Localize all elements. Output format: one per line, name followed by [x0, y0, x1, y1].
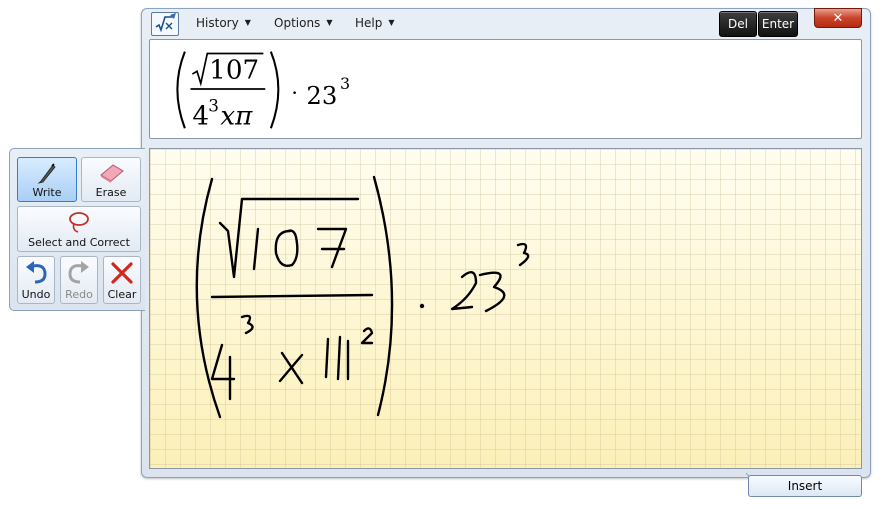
erase-tool-button[interactable]: Erase: [81, 157, 141, 202]
recognized-formula: 107 4 3 xπ · 23 3: [176, 51, 350, 132]
clear-label: Clear: [107, 288, 137, 301]
pen-icon: [37, 163, 56, 184]
denominator-base: 4: [192, 102, 209, 132]
multiply-dot: ·: [291, 81, 298, 105]
right-paren: [269, 51, 280, 129]
eraser-icon: [100, 164, 124, 183]
menu-options[interactable]: Options ▼: [274, 16, 332, 30]
denominator-variables: xπ: [220, 102, 253, 132]
term-base: 23: [306, 81, 337, 110]
insert-button[interactable]: Insert: [748, 475, 862, 497]
close-icon: ✕: [832, 10, 844, 26]
math-input-window: History ▼ Options ▼ Help ▼ Del Enter ✕ 107 …: [141, 8, 871, 495]
select-and-correct-button[interactable]: Select and Correct: [17, 206, 141, 252]
menu-options-label: Options: [274, 16, 321, 30]
enter-button-label: Enter: [761, 17, 795, 31]
close-button[interactable]: ✕: [814, 8, 862, 28]
writing-pad[interactable]: [149, 148, 862, 469]
lasso-icon: [69, 212, 89, 233]
select-and-correct-label: Select and Correct: [28, 236, 130, 249]
menu-history-label: History: [196, 16, 239, 30]
del-button-label: Del: [728, 17, 748, 31]
write-tool-button[interactable]: Write: [17, 157, 77, 202]
enter-button[interactable]: Enter: [758, 11, 798, 37]
clear-button[interactable]: Clear: [103, 256, 141, 304]
chevron-down-icon: ▼: [388, 18, 395, 27]
menu-help-label: Help: [355, 16, 383, 30]
term-exponent: 3: [340, 74, 350, 93]
numerator: 107: [209, 56, 259, 86]
left-paren: [176, 51, 186, 129]
undo-label: Undo: [21, 288, 51, 301]
chevron-down-icon: ▼: [244, 18, 251, 27]
math-panel-app-icon[interactable]: [151, 12, 179, 36]
menu-bar: History ▼ Options ▼ Help ▼ Del Enter ✕: [142, 8, 870, 39]
redo-button[interactable]: Redo: [60, 256, 98, 304]
recognition-preview[interactable]: 107 4 3 xπ · 23 3: [149, 39, 862, 139]
chevron-down-icon: ▼: [326, 18, 333, 27]
menu-history[interactable]: History ▼: [196, 16, 251, 30]
write-tool-label: Write: [32, 186, 62, 199]
denominator-exponent: 3: [208, 95, 219, 115]
handwritten-ink: [195, 175, 530, 419]
redo-label: Redo: [65, 288, 93, 301]
clear-x-icon: [111, 262, 133, 284]
menu-help[interactable]: Help ▼: [355, 16, 395, 30]
del-button[interactable]: Del: [719, 11, 757, 37]
redo-icon: [68, 261, 89, 284]
erase-tool-label: Erase: [95, 186, 127, 199]
insert-button-label: Insert: [787, 479, 823, 493]
undo-button[interactable]: Undo: [17, 256, 55, 304]
undo-icon: [26, 261, 47, 284]
tool-palette: Write Erase Select and Correct Undo Redo: [9, 148, 145, 311]
